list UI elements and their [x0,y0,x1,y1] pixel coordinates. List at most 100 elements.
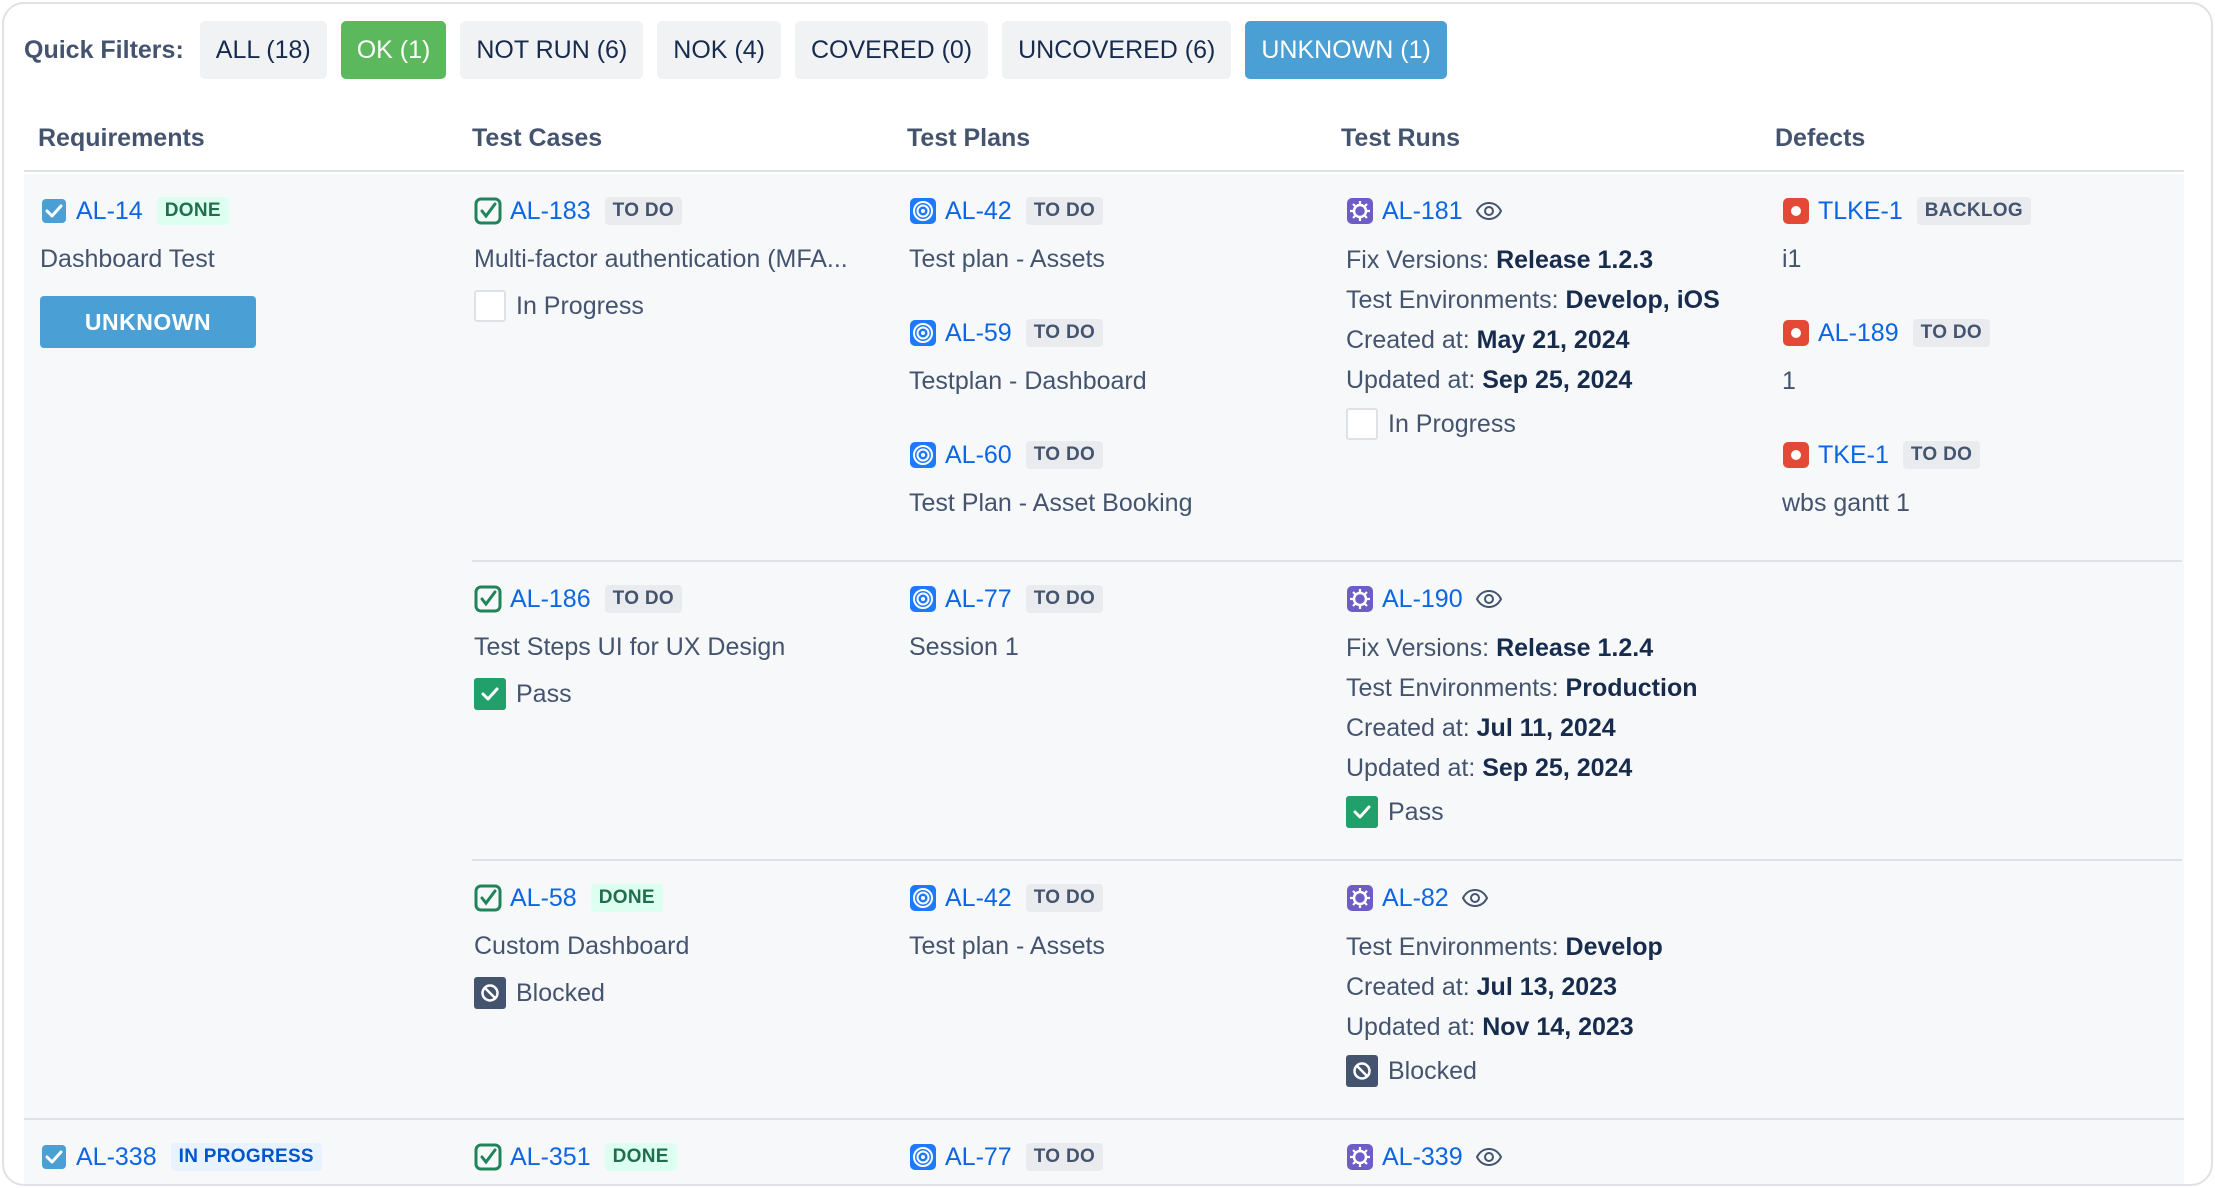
test-environments-value: Develop, iOS [1565,286,1720,314]
test-run-item: AL-339 [1346,1140,1503,1174]
eye-icon[interactable] [1475,585,1503,613]
row-divider [24,1118,2184,1120]
created-at-label: Created at: [1346,326,1470,354]
test-plan-item: AL-42 TO DO Test plan - Assets [909,194,1105,274]
column-header-test-runs: Test Runs [1341,124,1460,152]
eye-icon[interactable] [1475,197,1503,225]
gear-icon [1347,1144,1373,1170]
eye-icon[interactable] [1461,884,1489,912]
filter-uncovered-button[interactable]: UNCOVERED (6) [1002,21,1232,79]
table-body: AL-14 DONE Dashboard Test UNKNOWN AL-183… [24,174,2184,1184]
execution-status: In Progress [474,290,848,322]
gear-icon [1347,198,1373,224]
target-icon [910,198,936,224]
status-lozenge: DONE [590,884,663,912]
test-run-key-link[interactable]: AL-190 [1382,585,1463,614]
execution-status-label: Pass [516,679,572,708]
test-plan-summary: Session 1 [909,633,1019,661]
test-case-summary: Multi-factor authentication (MFA... [474,245,848,273]
blocked-icon [1346,1055,1378,1087]
fix-versions: Fix Versions: Release 1.2.3 [1346,240,1720,280]
requirement-key-link[interactable]: AL-14 [76,197,143,226]
requirement-key-link[interactable]: AL-338 [76,1143,157,1172]
status-lozenge: TO DO [1912,319,1990,347]
test-plan-item: AL-42 TO DO Test plan - Assets [909,881,1105,961]
test-case-icon [474,585,502,613]
column-header-test-plans: Test Plans [907,124,1031,152]
test-plan-key-link[interactable]: AL-77 [945,1143,1012,1172]
defect-key-link[interactable]: TLKE-1 [1818,197,1903,226]
defect-item: TKE-1 TO DO wbs gantt 1 [1782,438,1981,518]
status-lozenge: TO DO [1025,441,1104,469]
target-icon [910,320,936,346]
defect-key-link[interactable]: TKE-1 [1818,441,1889,470]
checkbox-story-icon [42,1145,66,1169]
filter-all-button[interactable]: ALL (18) [199,21,327,79]
column-header-requirements: Requirements [38,124,205,152]
execution-status: Blocked [1346,1055,1663,1087]
created-at-label: Created at: [1346,714,1470,742]
test-case-key-link[interactable]: AL-183 [510,197,591,226]
row-divider [472,859,2182,861]
execution-status: In Progress [1346,408,1720,440]
updated-at-label: Updated at: [1346,366,1476,394]
in-progress-icon [1346,408,1378,440]
status-lozenge: BACKLOG [1916,197,2031,225]
pass-icon [1346,796,1378,828]
created-at-label: Created at: [1346,973,1470,1001]
filter-ok-button[interactable]: OK (1) [340,21,447,79]
filter-unknown-button[interactable]: UNKNOWN (1) [1245,21,1447,79]
created-at: Created at: Jul 11, 2024 [1346,708,1697,748]
updated-at: Updated at: Nov 14, 2023 [1346,1007,1663,1047]
filter-not-run-button[interactable]: NOT RUN (6) [460,21,644,79]
status-lozenge: TO DO [1025,884,1104,912]
execution-status-label: In Progress [516,291,644,320]
updated-at-value: Sep 25, 2024 [1482,366,1633,394]
test-run-key-link[interactable]: AL-181 [1382,197,1463,226]
target-icon [910,442,936,468]
execution-status: Blocked [474,977,689,1009]
test-run-key-link[interactable]: AL-82 [1382,884,1449,913]
test-case-key-link[interactable]: AL-186 [510,585,591,614]
execution-status: Pass [474,678,785,710]
execution-status-label: Blocked [1388,1056,1477,1085]
test-run-item: AL-181 Fix Versions: Release 1.2.3 Test … [1346,194,1720,440]
test-plan-key-link[interactable]: AL-59 [945,319,1012,348]
test-environments-label: Test Environments: [1346,674,1559,702]
column-header-test-cases: Test Cases [472,124,603,152]
checkbox-story-icon [42,199,66,223]
target-icon [910,885,936,911]
blocked-icon [474,977,506,1009]
test-environments-label: Test Environments: [1346,286,1559,314]
test-plan-key-link[interactable]: AL-42 [945,884,1012,913]
test-case-summary: Test Steps UI for UX Design [474,633,786,661]
test-case-item: AL-351 DONE [474,1140,677,1174]
test-case-item: AL-58 DONE Custom Dashboard Blocked [474,881,689,1009]
created-at-value: Jul 13, 2023 [1476,973,1618,1001]
updated-at-label: Updated at: [1346,754,1476,782]
test-plan-key-link[interactable]: AL-60 [945,441,1012,470]
coverage-status-button[interactable]: UNKNOWN [40,296,256,348]
fix-versions-value: Release 1.2.4 [1496,634,1654,662]
gear-icon [1347,885,1373,911]
status-lozenge: IN PROGRESS [170,1143,322,1171]
defect-summary: 1 [1782,367,1796,395]
pass-icon [474,678,506,710]
status-lozenge: DONE [156,197,229,225]
filter-nok-button[interactable]: NOK (4) [657,21,781,79]
created-at-value: Jul 11, 2024 [1476,714,1616,742]
created-at: Created at: Jul 13, 2023 [1346,967,1663,1007]
requirement-item: AL-14 DONE Dashboard Test [40,194,229,274]
filter-covered-button[interactable]: COVERED (0) [794,21,989,79]
test-plan-key-link[interactable]: AL-77 [945,585,1012,614]
test-case-icon [474,197,502,225]
execution-status-label: Blocked [516,978,605,1007]
test-case-key-link[interactable]: AL-58 [510,884,577,913]
status-lozenge: TO DO [1025,319,1104,347]
defect-key-link[interactable]: AL-189 [1818,319,1899,348]
eye-icon[interactable] [1475,1143,1503,1171]
test-plan-key-link[interactable]: AL-42 [945,197,1012,226]
test-run-key-link[interactable]: AL-339 [1382,1143,1463,1172]
test-case-key-link[interactable]: AL-351 [510,1143,591,1172]
defect-item: TLKE-1 BACKLOG i1 [1782,194,2031,274]
